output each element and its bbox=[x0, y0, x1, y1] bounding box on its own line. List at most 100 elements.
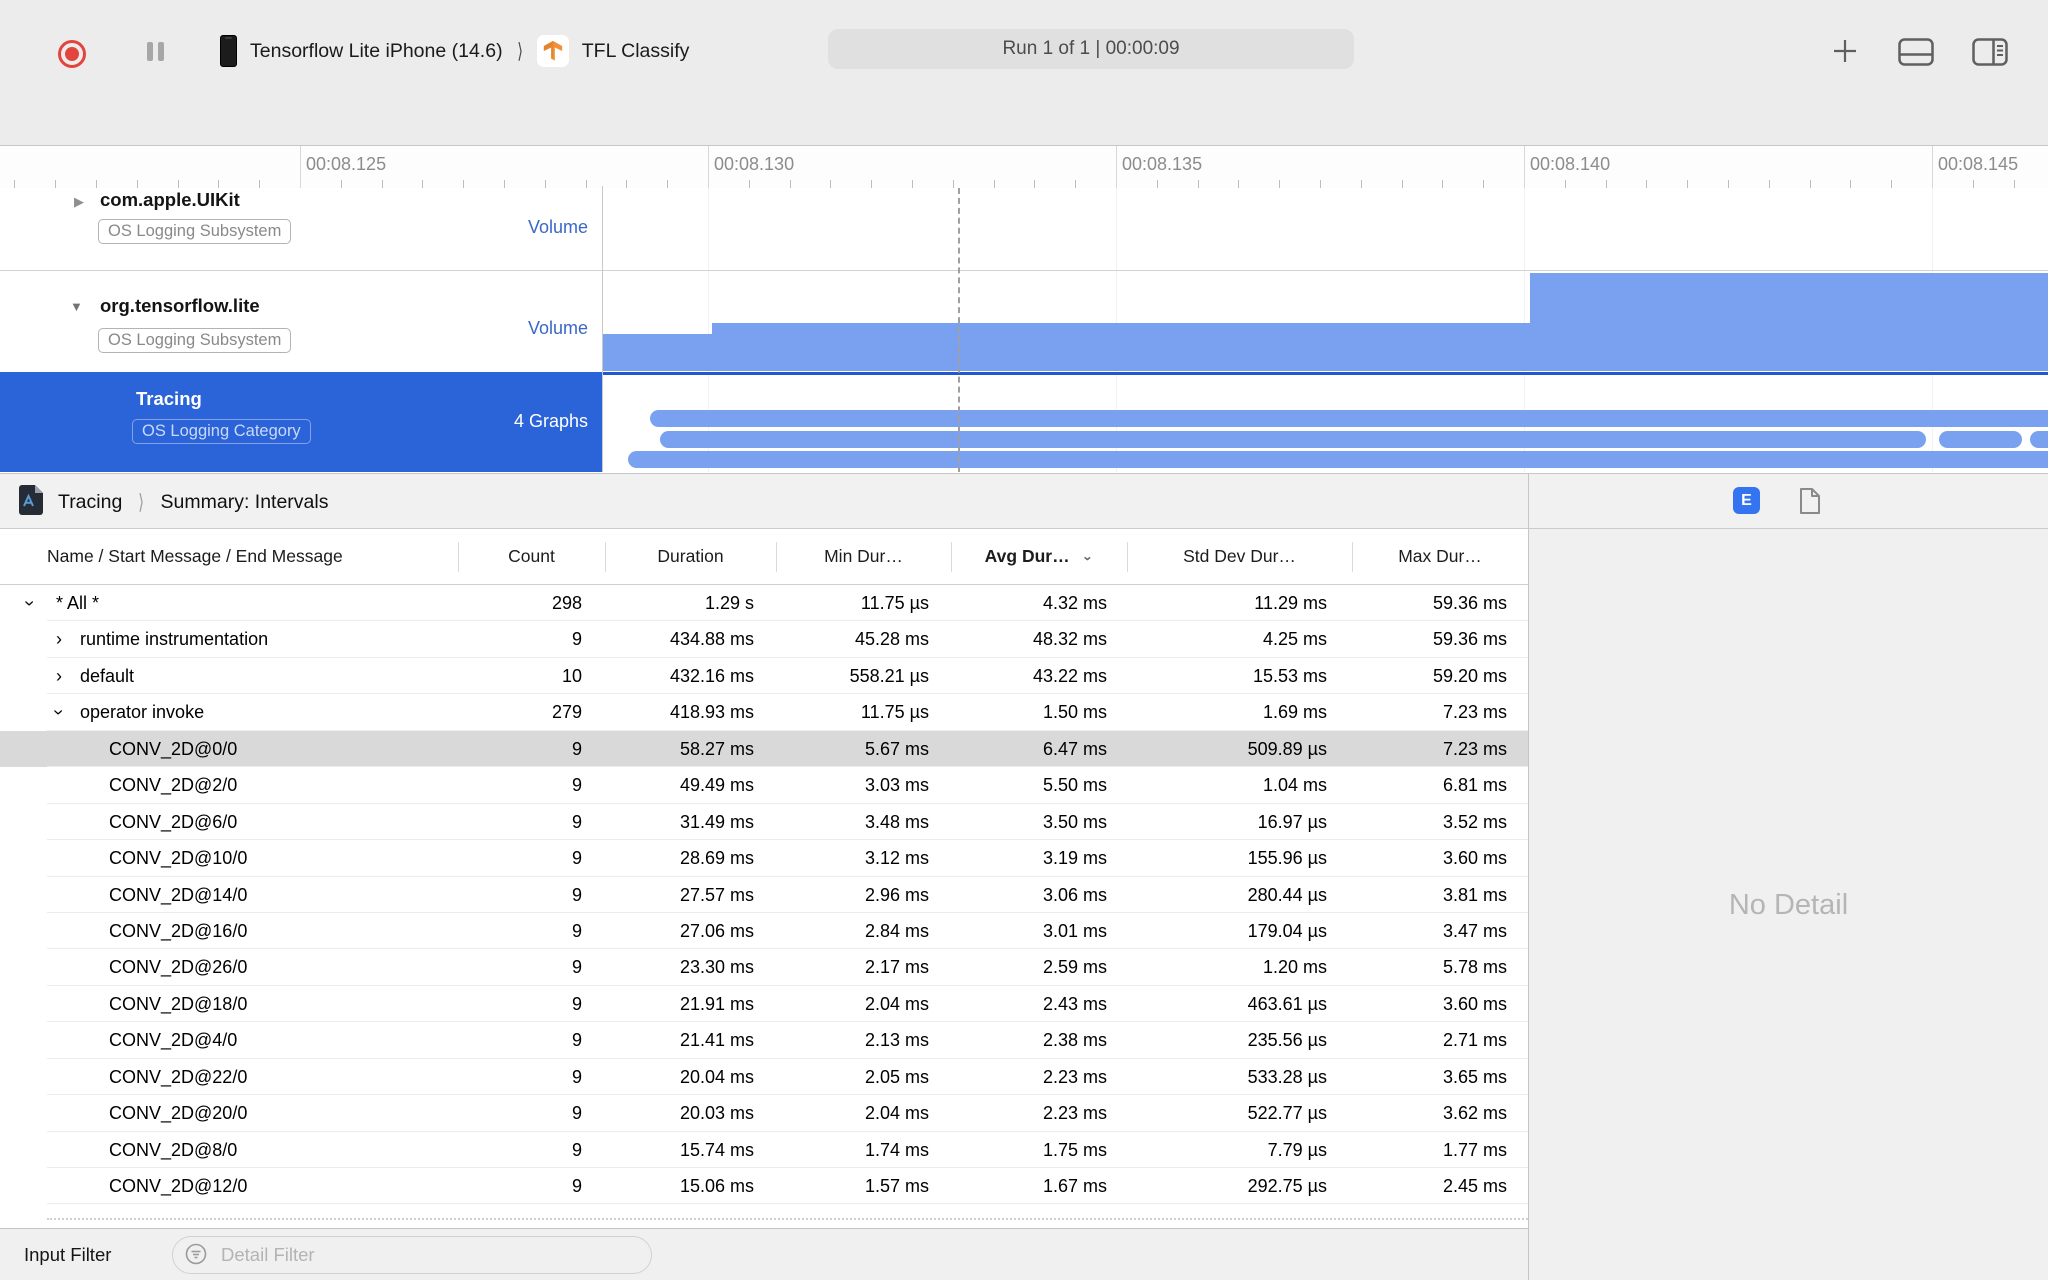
table-row[interactable]: › CONV_2D@18/0 9 21.91 ms 2.04 ms 2.43 m… bbox=[0, 986, 1528, 1023]
column-header-min[interactable]: Min Dur… bbox=[776, 529, 951, 584]
table-row[interactable]: › CONV_2D@4/0 9 21.41 ms 2.13 ms 2.38 ms… bbox=[0, 1022, 1528, 1060]
row-avg-duration: 3.19 ms bbox=[1042, 848, 1107, 869]
row-count: 9 bbox=[571, 1066, 582, 1087]
gridline bbox=[708, 188, 709, 472]
volume-bar bbox=[603, 334, 712, 371]
row-avg-duration: 1.50 ms bbox=[1042, 702, 1107, 723]
row-count: 298 bbox=[551, 593, 582, 613]
toggle-right-panel-button[interactable] bbox=[1972, 38, 2008, 71]
interval-bar bbox=[628, 451, 2048, 468]
table-row[interactable]: › CONV_2D@2/0 9 49.49 ms 3.03 ms 5.50 ms… bbox=[0, 767, 1528, 805]
row-name: CONV_2D@10/0 bbox=[109, 848, 248, 869]
row-min-duration: 45.28 ms bbox=[854, 629, 929, 650]
row-count: 9 bbox=[571, 1176, 582, 1196]
breadcrumb-page[interactable]: Summary: Intervals bbox=[161, 491, 329, 514]
column-header-name[interactable]: Name / Start Message / End Message bbox=[47, 529, 343, 584]
row-max-duration: 1.77 ms bbox=[1442, 1139, 1507, 1160]
chevron-right-icon: ⟩ bbox=[516, 39, 523, 63]
volume-bar bbox=[712, 323, 1530, 371]
table-row[interactable]: › CONV_2D@16/0 9 27.06 ms 2.84 ms 3.01 m… bbox=[0, 913, 1528, 950]
table-row[interactable]: › CONV_2D@26/0 9 23.30 ms 2.17 ms 2.59 m… bbox=[0, 949, 1528, 987]
detail-panel: No Detail bbox=[1529, 529, 2048, 1280]
row-min-duration: 558.21 µs bbox=[849, 665, 929, 686]
playhead-line[interactable] bbox=[958, 188, 960, 472]
track-row-uikit[interactable]: ▶ com.apple.UIKit OS Logging Subsystem V… bbox=[0, 188, 602, 270]
ruler-label: 00:08.125 bbox=[306, 154, 387, 174]
column-header-avg-sorted[interactable]: Avg Dur… ⌄ bbox=[951, 529, 1127, 584]
volume-bar bbox=[1530, 273, 2048, 371]
document-inspector-button[interactable] bbox=[1799, 487, 1821, 520]
row-avg-duration: 3.01 ms bbox=[1042, 920, 1107, 941]
row-avg-duration: 2.38 ms bbox=[1042, 1030, 1107, 1051]
row-disclosure-icon[interactable]: › bbox=[56, 621, 62, 657]
table-row[interactable]: › CONV_2D@6/0 9 31.49 ms 3.48 ms 3.50 ms… bbox=[0, 804, 1528, 841]
timeline-ruler[interactable]: 00:08.125 00:08.130 00:08.135 00:08.140 … bbox=[0, 145, 2048, 190]
row-duration: 15.06 ms bbox=[679, 1176, 754, 1196]
row-max-duration: 5.78 ms bbox=[1442, 957, 1507, 978]
table-row[interactable]: › CONV_2D@0/0 9 58.27 ms 5.67 ms 6.47 ms… bbox=[0, 730, 1528, 768]
row-disclosure-icon[interactable]: › bbox=[12, 600, 48, 606]
table-row[interactable]: › CONV_2D@20/0 9 20.03 ms 2.04 ms 2.23 m… bbox=[0, 1095, 1528, 1133]
table-row[interactable]: › CONV_2D@8/0 9 15.74 ms 1.74 ms 1.75 ms… bbox=[0, 1132, 1528, 1169]
record-button[interactable] bbox=[58, 40, 86, 68]
table-row[interactable]: › CONV_2D@10/0 9 28.69 ms 3.12 ms 3.19 m… bbox=[0, 840, 1528, 877]
row-duration: 31.49 ms bbox=[679, 811, 754, 832]
ruler-label: 00:08.135 bbox=[1122, 154, 1203, 174]
pause-button[interactable] bbox=[147, 42, 164, 61]
table-row[interactable]: › CONV_2D@22/0 9 20.04 ms 2.05 ms 2.23 m… bbox=[0, 1059, 1528, 1096]
row-disclosure-icon[interactable]: › bbox=[41, 710, 77, 716]
row-disclosure-icon[interactable]: › bbox=[56, 658, 62, 694]
row-max-duration: 3.81 ms bbox=[1442, 884, 1507, 905]
disclosure-collapsed-icon[interactable]: ▶ bbox=[74, 194, 84, 210]
detail-filter-input[interactable] bbox=[219, 1237, 638, 1273]
disclosure-expanded-icon[interactable]: ▼ bbox=[70, 299, 83, 314]
row-count: 9 bbox=[571, 811, 582, 832]
column-header-max[interactable]: Max Dur… bbox=[1352, 529, 1528, 584]
table-row[interactable]: › default 10 432.16 ms 558.21 µs 43.22 m… bbox=[0, 658, 1528, 695]
track-row-tracing-selected[interactable]: Tracing OS Logging Category 4 Graphs bbox=[0, 372, 602, 472]
row-stddev-duration: 1.69 ms bbox=[1262, 702, 1327, 723]
row-min-duration: 11.75 µs bbox=[860, 593, 929, 613]
ruler-label: 00:08.130 bbox=[714, 154, 795, 174]
device-target-selector[interactable]: Tensorflow Lite iPhone (14.6) ⟩ TFL Clas… bbox=[220, 26, 689, 76]
table-row[interactable]: › CONV_2D@12/0 9 15.06 ms 1.57 ms 1.67 m… bbox=[0, 1168, 1528, 1205]
no-detail-message: No Detail bbox=[1728, 889, 1849, 921]
row-min-duration: 3.03 ms bbox=[864, 775, 929, 796]
table-row[interactable]: › CONV_2D@14/0 9 27.57 ms 2.96 ms 3.06 m… bbox=[0, 877, 1528, 914]
row-stddev-duration: 179.04 µs bbox=[1247, 920, 1327, 941]
row-name: CONV_2D@6/0 bbox=[109, 811, 238, 832]
row-min-duration: 2.05 ms bbox=[864, 1066, 929, 1087]
column-header-stddev[interactable]: Std Dev Dur… bbox=[1127, 529, 1352, 584]
row-duration: 27.06 ms bbox=[679, 920, 754, 941]
row-duration: 58.27 ms bbox=[679, 738, 754, 759]
table-row[interactable]: › operator invoke 279 418.93 ms 11.75 µs… bbox=[0, 694, 1528, 732]
row-name: CONV_2D@22/0 bbox=[109, 1066, 248, 1087]
extended-detail-button[interactable]: E bbox=[1733, 487, 1760, 514]
track-row-tensorflow[interactable]: ▼ org.tensorflow.lite OS Logging Subsyst… bbox=[0, 271, 602, 372]
row-min-duration: 2.17 ms bbox=[864, 957, 929, 978]
row-name: operator invoke bbox=[80, 702, 205, 723]
column-header-duration[interactable]: Duration bbox=[605, 529, 776, 584]
row-avg-duration: 2.59 ms bbox=[1042, 957, 1107, 978]
row-stddev-duration: 1.20 ms bbox=[1262, 957, 1327, 978]
breadcrumb-root[interactable]: Tracing bbox=[58, 491, 122, 514]
track-badge: OS Logging Category bbox=[132, 419, 311, 444]
toggle-bottom-panel-button[interactable] bbox=[1898, 38, 1934, 71]
row-min-duration: 3.12 ms bbox=[864, 848, 929, 869]
panel-divider[interactable] bbox=[1528, 473, 1529, 1280]
column-header-count[interactable]: Count bbox=[458, 529, 605, 584]
ruler-label: 00:08.145 bbox=[1938, 154, 2019, 174]
row-max-duration: 59.36 ms bbox=[1432, 593, 1507, 613]
row-duration: 20.04 ms bbox=[679, 1066, 754, 1087]
track-filter-bar: All Tracks Duplicate bbox=[0, 75, 2048, 213]
table-row[interactable]: › * All * 298 1.29 s 11.75 µs 4.32 ms 11… bbox=[0, 585, 1528, 622]
row-min-duration: 11.75 µs bbox=[860, 702, 929, 723]
row-name: CONV_2D@26/0 bbox=[109, 957, 248, 978]
detail-filter-field[interactable] bbox=[172, 1236, 652, 1274]
selection-top-border bbox=[602, 372, 2048, 375]
row-avg-duration: 2.43 ms bbox=[1042, 993, 1107, 1014]
table-row[interactable]: › runtime instrumentation 9 434.88 ms 45… bbox=[0, 621, 1528, 659]
add-instrument-button[interactable] bbox=[1832, 38, 1858, 69]
row-min-duration: 5.67 ms bbox=[864, 738, 929, 759]
row-duration: 418.93 ms bbox=[669, 702, 754, 723]
